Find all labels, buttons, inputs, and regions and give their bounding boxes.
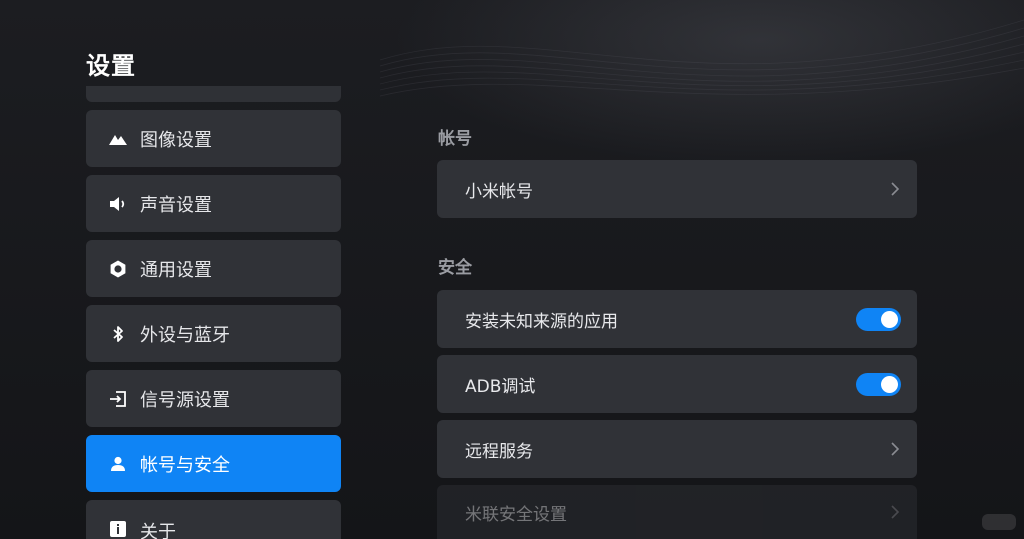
sidebar-item-label: 声音设置: [140, 194, 212, 216]
sidebar-item-picture[interactable]: 图像设置: [86, 110, 341, 167]
row-label: ADB调试: [465, 376, 536, 397]
person-icon: [107, 453, 129, 475]
xiaomi-account-row[interactable]: 小米帐号: [437, 160, 917, 218]
unknown-sources-row[interactable]: 安装未知来源的应用: [437, 290, 917, 348]
chevron-right-icon: [891, 442, 900, 456]
sidebar-item-label: 图像设置: [140, 129, 212, 151]
section-title-security: 安全: [438, 258, 472, 278]
row-label: 远程服务: [465, 441, 533, 462]
sidebar-item-input-source[interactable]: 信号源设置: [86, 370, 341, 427]
page-title: 设置: [86, 52, 136, 80]
sidebar-item-label: 外设与蓝牙: [140, 324, 230, 346]
info-icon: [107, 518, 129, 539]
watermark-logo: [982, 514, 1016, 530]
image-mountain-icon: [107, 128, 129, 150]
section-title-account: 帐号: [438, 129, 472, 149]
sidebar-item-label: 通用设置: [140, 259, 212, 281]
chevron-right-icon: [891, 505, 900, 519]
unknown-sources-toggle[interactable]: [856, 307, 901, 331]
toggle-knob: [881, 375, 898, 393]
sidebar-item-about[interactable]: 关于: [86, 500, 341, 539]
chevron-right-icon: [891, 182, 900, 196]
row-label: 米联安全设置: [465, 504, 567, 525]
row-label: 小米帐号: [465, 181, 533, 202]
sidebar-item-sound[interactable]: 声音设置: [86, 175, 341, 232]
bluetooth-icon: [107, 323, 129, 345]
settings-screen: 设置 图像设置 声音设置 通用设置 外设与蓝牙 信号源设置 帐号与安全 关于 帐…: [0, 0, 1024, 539]
sidebar-item-partial[interactable]: [86, 86, 341, 102]
sidebar-item-peripherals-bluetooth[interactable]: 外设与蓝牙: [86, 305, 341, 362]
sidebar-item-label: 帐号与安全: [140, 454, 230, 476]
sidebar-item-label: 关于: [140, 522, 176, 539]
remote-service-row[interactable]: 远程服务: [437, 420, 917, 478]
background-wave-decoration: [380, 19, 1024, 97]
gear-icon: [107, 258, 129, 280]
adb-debug-row[interactable]: ADB调试: [437, 355, 917, 413]
sidebar-item-label: 信号源设置: [140, 389, 230, 411]
adb-debug-toggle[interactable]: [856, 372, 901, 396]
speaker-icon: [107, 193, 129, 215]
sidebar-item-general[interactable]: 通用设置: [86, 240, 341, 297]
sidebar-item-account-security[interactable]: 帐号与安全: [86, 435, 341, 492]
toggle-knob: [881, 310, 898, 328]
input-source-icon: [107, 388, 129, 410]
row-label: 安装未知来源的应用: [465, 311, 618, 332]
milian-security-row[interactable]: 米联安全设置: [437, 485, 917, 539]
